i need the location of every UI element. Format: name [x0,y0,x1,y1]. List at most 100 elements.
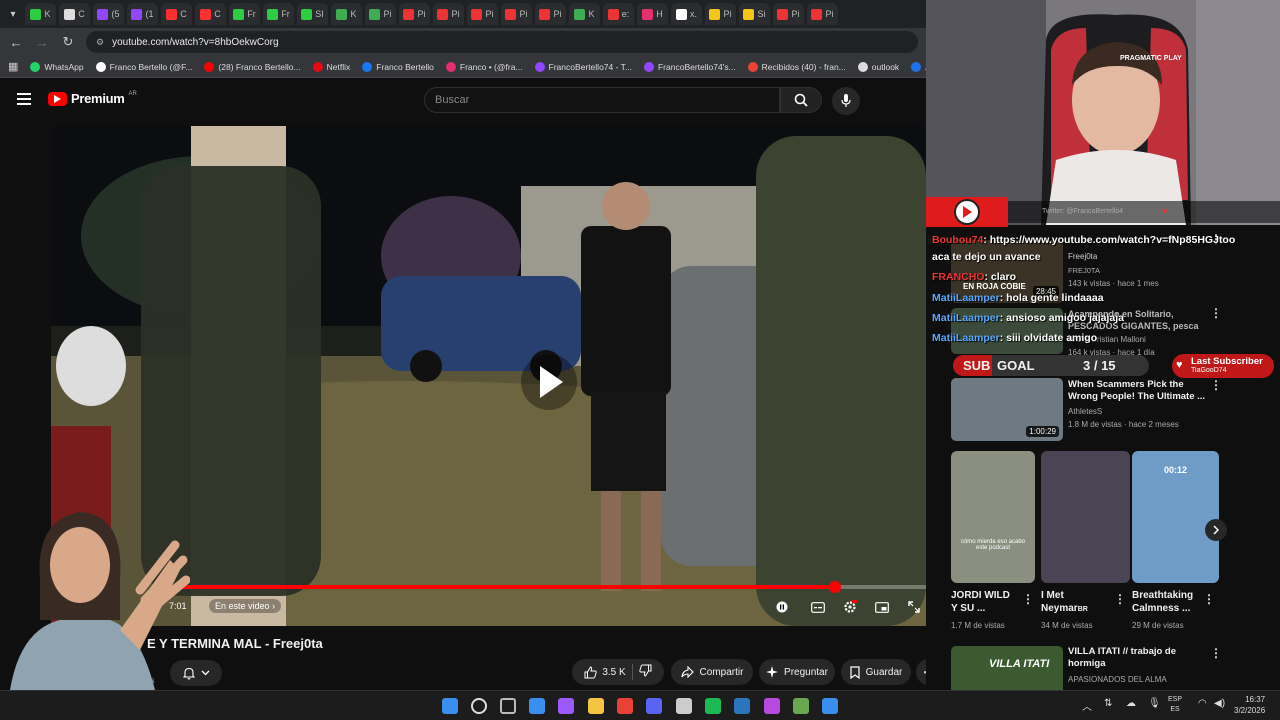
more-vertical-icon[interactable]: ⋮ [1203,592,1215,606]
short-thumbnail[interactable]: cómo mierda eso acabo este podcast [951,451,1035,583]
bookmark-item[interactable]: outlook [857,61,899,72]
bookmark-item[interactable]: FrancoBertello74's... [643,61,736,72]
obs-icon[interactable] [676,698,692,714]
browser-tab[interactable]: Pi [807,3,838,25]
progress-bar[interactable] [171,581,926,593]
browser-tab[interactable]: x. [671,3,702,25]
rec-channel[interactable]: Freej0ta [1068,252,1097,261]
windows-start-icon[interactable] [442,698,458,714]
task-view-icon[interactable] [500,698,516,714]
url-input[interactable]: ⚙ youtube.com/watch?v=8hbOekwCorg [86,31,918,53]
file-explorer-icon[interactable] [588,698,604,714]
tab-search-icon[interactable]: ▾ [4,5,22,23]
hamburger-menu-icon[interactable] [17,93,31,105]
tray-network-icon[interactable]: ⇅ [1104,698,1112,709]
settings-gear-icon[interactable] [841,600,859,614]
browser-tab[interactable]: C [195,3,226,25]
fullscreen-icon[interactable] [905,600,923,614]
browser-tab[interactable]: C [161,3,192,25]
rec-channel[interactable]: AthletesS [1068,407,1102,416]
miniplayer-icon[interactable] [873,600,891,614]
browser-tab[interactable]: Si [739,3,770,25]
like-button[interactable]: 3.5 K [584,665,626,679]
short-thumbnail[interactable] [1041,451,1130,583]
more-vertical-icon[interactable]: ⋮ [1210,378,1222,392]
rec-title[interactable]: When Scammers Pick the Wrong People! The… [1068,379,1208,403]
bookmark-item[interactable]: Franco • (@fra... [445,61,523,72]
spotify-icon[interactable] [705,698,721,714]
short-thumbnail[interactable]: 00:12 [1132,451,1219,583]
browser-tab[interactable]: SI [297,3,328,25]
more-vertical-icon[interactable]: ⋮ [1022,592,1034,606]
rec-channel[interactable]: APASIONADOS DEL ALMA [1068,675,1167,684]
site-info-icon[interactable]: ⚙ [96,37,104,48]
bookmark-item[interactable]: Recibidos (40) - fran... [747,61,846,72]
more-vertical-icon[interactable]: ⋮ [1114,592,1126,606]
more-vertical-icon[interactable]: ⋮ [1210,646,1222,660]
chrome-icon[interactable] [617,698,633,714]
store-icon[interactable] [529,698,545,714]
bookmark-item[interactable]: (28) Franco Bertello... [204,61,301,72]
app-icon[interactable] [793,698,809,714]
short-title[interactable]: JORDI WILD Y SU ... [951,589,1017,615]
bookmark-item[interactable]: Aler [911,61,926,72]
more-vertical-icon[interactable]: ⋮ [1210,306,1222,320]
rec-title[interactable]: VILLA ITATI // trabajo de hormiga [1068,646,1208,670]
bookmark-item[interactable]: Netflix [312,61,350,72]
app-icon[interactable] [764,698,780,714]
subtitles-icon[interactable] [809,600,827,614]
search-input[interactable]: Buscar [424,87,780,113]
browser-tab[interactable]: (5 [93,3,124,25]
rec-thumbnail[interactable]: VILLA ITATI [951,646,1063,690]
browser-tab[interactable]: Pi [705,3,736,25]
dislike-button[interactable] [639,664,652,680]
share-button[interactable]: Compartir [671,659,753,685]
steam-icon[interactable] [734,698,750,714]
pause-toggle-icon[interactable] [773,600,791,614]
volume-icon[interactable]: ◀) [1214,698,1225,709]
wifi-icon[interactable]: ◠ [1198,698,1207,709]
browser-tab[interactable]: K [331,3,362,25]
bookmark-item[interactable]: Franco Bertello [362,61,434,72]
search-button[interactable] [780,87,822,113]
save-button[interactable]: Guardar [841,659,911,685]
browser-tab[interactable]: Pi [365,3,396,25]
tray-mic-icon[interactable]: 🎙︎ [1148,698,1161,709]
bookmark-item[interactable]: Franco Bertello (@F... [95,61,192,72]
browser-tab[interactable]: C [59,3,90,25]
reload-icon[interactable]: ↻ [60,34,76,50]
browser-tab[interactable]: (1 [127,3,158,25]
chapter-button[interactable]: En este video › [209,599,282,613]
bookmark-item[interactable]: WhatsApp [30,61,84,72]
ask-button[interactable]: Preguntar [759,659,835,685]
browser-tab[interactable]: Pi [501,3,532,25]
forward-icon[interactable]: → [34,35,50,50]
browser-tab[interactable]: Pi [433,3,464,25]
tray-cloud-icon[interactable]: ☁ [1126,698,1136,709]
rec-thumbnail[interactable]: 1:00:29 [951,378,1063,441]
browser-tab[interactable]: Pi [773,3,804,25]
shorts-next-button[interactable] [1205,519,1227,541]
discord-icon[interactable] [646,698,662,714]
play-overlay-button[interactable] [521,354,577,410]
back-icon[interactable]: ← [8,35,24,50]
voice-search-button[interactable] [832,87,860,115]
apps-icon[interactable]: ▦ [8,60,18,73]
clock[interactable]: 16:37 3/2/2026 [1234,694,1265,716]
app-icon[interactable] [822,698,838,714]
browser-tab[interactable]: K [25,3,56,25]
youtube-logo[interactable]: Premium AR [48,91,137,106]
app-icon[interactable] [558,698,574,714]
bookmark-item[interactable]: FrancoBertello74 - T... [534,61,632,72]
browser-tab[interactable]: Pi [535,3,566,25]
browser-tab[interactable]: K [569,3,600,25]
short-title[interactable]: Breathtaking Calmness ... [1132,589,1204,615]
short-title[interactable]: I Met NeymarBR [1041,589,1113,616]
tray-chevron-up-icon[interactable]: ︿ [1082,698,1092,713]
browser-tab[interactable]: Pi [467,3,498,25]
taskbar-search-icon[interactable] [471,698,487,714]
browser-tab[interactable]: Fr [229,3,260,25]
browser-tab[interactable]: H [637,3,668,25]
browser-tab[interactable]: e: [603,3,634,25]
language-indicator[interactable]: ESP ES [1168,695,1182,715]
